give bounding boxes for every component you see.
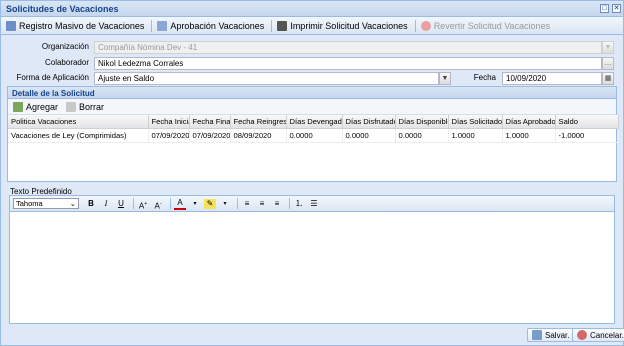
editor-text-area[interactable] bbox=[10, 212, 614, 323]
column-header[interactable]: Días Disponibles bbox=[395, 115, 449, 129]
fecha-label: Fecha bbox=[473, 73, 496, 82]
add-icon bbox=[13, 101, 23, 112]
add-label: Agregar bbox=[26, 101, 59, 112]
printer-icon bbox=[277, 20, 288, 31]
print-label: Imprimir Solicitud Vacaciones bbox=[290, 20, 408, 31]
cancel-button[interactable]: Cancelar. bbox=[572, 328, 624, 342]
column-header[interactable]: Saldo bbox=[555, 115, 619, 129]
shrink-font-icon[interactable]: A- bbox=[152, 198, 164, 211]
request-detail-panel: Detalle de la Solicitud Agregar Borrar P… bbox=[7, 86, 619, 182]
vacation-request-window: Solicitudes de Vacaciones □ ✕ Registro M… bbox=[0, 0, 624, 346]
detail-toolbar: Agregar Borrar bbox=[8, 99, 616, 115]
table-cell: 0.0000 bbox=[286, 128, 343, 143]
main-toolbar: Registro Masivo de Vacaciones Aprobación… bbox=[1, 17, 623, 35]
window-footer: Salvar. Cancelar. bbox=[1, 326, 624, 346]
revert-button[interactable]: Revertir Solicitud Vacaciones bbox=[418, 18, 553, 34]
toolbar-separator bbox=[237, 198, 238, 209]
align-center-icon[interactable]: ≡ bbox=[256, 198, 268, 210]
table-cell: 07/09/2020 bbox=[189, 128, 231, 143]
toolbar-separator bbox=[414, 19, 416, 32]
toolbar-separator bbox=[170, 198, 171, 209]
org-label: Organización bbox=[41, 42, 89, 51]
chevron-down-icon: ⌄ bbox=[69, 199, 76, 208]
add-button[interactable]: Agregar bbox=[10, 99, 61, 115]
forma-label: Forma de Aplicación bbox=[16, 73, 89, 82]
column-header[interactable]: Días Disfrutados bbox=[342, 115, 396, 129]
align-right-icon[interactable]: ≡ bbox=[271, 198, 283, 210]
chevron-down-icon[interactable]: ▼ bbox=[439, 72, 451, 85]
bulk-register-label: Registro Masivo de Vacaciones bbox=[19, 20, 145, 31]
close-icon[interactable]: ✕ bbox=[612, 4, 621, 13]
bold-icon[interactable]: B bbox=[85, 198, 97, 210]
table-row[interactable]: Vacaciones de Ley (Comprimidas) 07/09/20… bbox=[8, 128, 619, 143]
font-select[interactable]: Tahoma ⌄ bbox=[13, 198, 79, 209]
title-bar: Solicitudes de Vacaciones □ ✕ bbox=[1, 1, 623, 17]
column-header[interactable]: Días Solicitados bbox=[448, 115, 503, 129]
grow-font-icon[interactable]: A+ bbox=[137, 198, 149, 211]
table-cell: 0.0000 bbox=[395, 128, 449, 143]
table-cell: 0.0000 bbox=[342, 128, 396, 143]
column-header[interactable]: Días Aprobados bbox=[502, 115, 556, 129]
detail-grid: Politica Vacaciones Fecha Inicial Fecha … bbox=[8, 115, 619, 143]
colab-label: Colaborador bbox=[44, 58, 89, 67]
window-title: Solicitudes de Vacaciones bbox=[6, 4, 119, 14]
font-select-value: Tahoma bbox=[16, 199, 43, 208]
column-header[interactable]: Fecha Final bbox=[189, 115, 231, 129]
dropdown-icon[interactable]: ▾ bbox=[219, 198, 231, 210]
delete-icon bbox=[66, 101, 77, 112]
table-cell: 08/09/2020 bbox=[230, 128, 287, 143]
more-icon[interactable]: … bbox=[602, 57, 614, 70]
revert-label: Revertir Solicitud Vacaciones bbox=[433, 20, 551, 31]
organization-field[interactable]: Compañía Nómina Dev - 41 bbox=[94, 41, 602, 54]
revert-icon bbox=[420, 20, 431, 31]
bulk-register-button[interactable]: Registro Masivo de Vacaciones bbox=[3, 18, 147, 34]
unordered-list-icon[interactable]: ☰ bbox=[308, 198, 320, 210]
delete-label: Borrar bbox=[79, 101, 105, 112]
table-cell: 1.0000 bbox=[448, 128, 503, 143]
collaborator-field[interactable]: Nikol Ledezma Corrales bbox=[94, 57, 602, 70]
column-header[interactable]: Politica Vacaciones bbox=[8, 115, 149, 129]
document-list-icon bbox=[6, 20, 16, 31]
italic-icon[interactable]: I bbox=[100, 198, 112, 210]
underline-icon[interactable]: U bbox=[115, 198, 127, 210]
rich-text-editor: Tahoma ⌄ B I U A+ A- A ▾ ✎ ▾ ≡ ≡ ≡ ⒈ ☰ bbox=[9, 195, 615, 324]
table-cell: 1.0000 bbox=[502, 128, 556, 143]
date-field[interactable]: 10/09/2020 bbox=[502, 72, 602, 85]
application-form-select[interactable]: Ajuste en Saldo bbox=[94, 72, 439, 85]
delete-button[interactable]: Borrar bbox=[63, 99, 107, 115]
approve-icon bbox=[157, 20, 168, 31]
column-header[interactable]: Días Devengados bbox=[286, 115, 343, 129]
chevron-down-icon[interactable]: ▼ bbox=[602, 41, 614, 54]
save-label: Salvar. bbox=[545, 330, 570, 340]
table-cell: -1.0000 bbox=[555, 128, 619, 143]
dropdown-icon[interactable]: ▾ bbox=[189, 198, 201, 210]
column-header[interactable]: Fecha Reingreso bbox=[230, 115, 287, 129]
align-left-icon[interactable]: ≡ bbox=[241, 198, 253, 210]
save-icon bbox=[532, 330, 542, 340]
approval-button[interactable]: Aprobación Vacaciones bbox=[154, 18, 267, 34]
calendar-icon[interactable]: ▦ bbox=[602, 72, 614, 85]
save-button[interactable]: Salvar. bbox=[527, 328, 575, 342]
toolbar-separator bbox=[133, 198, 134, 209]
toolbar-separator bbox=[271, 19, 273, 32]
toolbar-separator bbox=[151, 19, 153, 32]
editor-toolbar: Tahoma ⌄ B I U A+ A- A ▾ ✎ ▾ ≡ ≡ ≡ ⒈ ☰ bbox=[10, 196, 614, 212]
toolbar-separator bbox=[289, 198, 290, 209]
ordered-list-icon[interactable]: ⒈ bbox=[293, 198, 305, 210]
print-button[interactable]: Imprimir Solicitud Vacaciones bbox=[274, 18, 410, 34]
grid-header-row: Politica Vacaciones Fecha Inicial Fecha … bbox=[8, 115, 619, 129]
maximize-icon[interactable]: □ bbox=[600, 4, 609, 13]
column-header[interactable]: Fecha Inicial bbox=[148, 115, 190, 129]
highlight-icon[interactable]: ✎ bbox=[204, 198, 216, 209]
cancel-icon bbox=[577, 330, 587, 340]
font-color-icon[interactable]: A bbox=[174, 198, 186, 210]
table-cell: Vacaciones de Ley (Comprimidas) bbox=[8, 128, 149, 143]
detail-title: Detalle de la Solicitud bbox=[8, 87, 616, 99]
cancel-label: Cancelar. bbox=[590, 330, 624, 340]
table-cell: 07/09/2020 bbox=[148, 128, 190, 143]
request-form: Organización Compañía Nómina Dev - 41 ▼ … bbox=[1, 37, 623, 85]
approval-label: Aprobación Vacaciones bbox=[170, 20, 265, 31]
